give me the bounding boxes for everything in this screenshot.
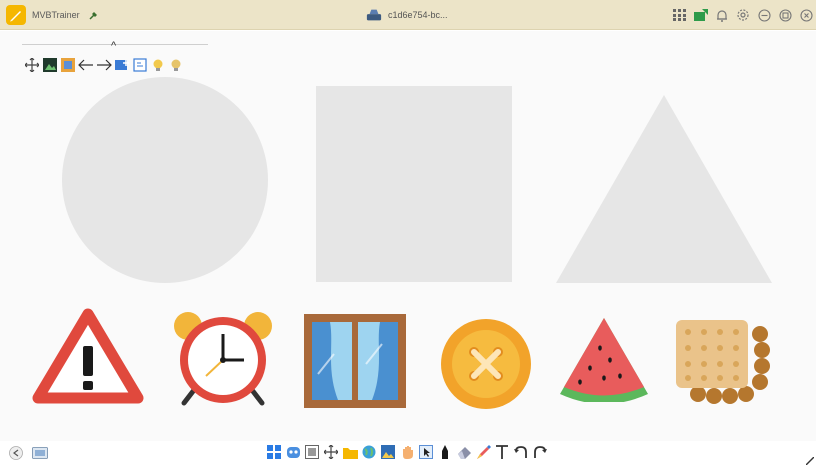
- button-icon[interactable]: [440, 318, 532, 410]
- circle-placeholder[interactable]: [62, 77, 268, 283]
- alarm-clock-icon[interactable]: [170, 306, 276, 408]
- bottom-toolbar: [0, 441, 816, 466]
- frame-icon[interactable]: [132, 57, 148, 73]
- title-bar-controls: [672, 6, 814, 24]
- move-icon[interactable]: [24, 57, 40, 73]
- resize-corner-icon[interactable]: [805, 452, 815, 466]
- title-bar-left: MVBTrainer: [6, 5, 102, 25]
- image-icon[interactable]: [42, 57, 58, 73]
- warning-sign-icon[interactable]: [32, 308, 144, 406]
- collapse-chevron-icon[interactable]: ^: [111, 41, 116, 52]
- pin-icon[interactable]: [86, 7, 102, 23]
- bottom-tool-strip: [266, 444, 548, 460]
- floating-toolbar-buttons: [24, 57, 184, 73]
- bulb-off-icon[interactable]: [168, 57, 184, 73]
- back-icon[interactable]: [8, 445, 24, 461]
- bottom-left-controls: [8, 445, 48, 461]
- folder-icon[interactable]: [342, 444, 358, 460]
- undo-icon[interactable]: [513, 444, 529, 460]
- grid-menu-icon[interactable]: [672, 7, 688, 23]
- square-placeholder[interactable]: [316, 86, 512, 282]
- color-pen-icon[interactable]: [475, 444, 491, 460]
- arrow-left-icon[interactable]: [78, 57, 94, 73]
- move-icon[interactable]: [323, 444, 339, 460]
- pen-icon[interactable]: [437, 444, 453, 460]
- floating-toolbar: ^: [22, 41, 208, 76]
- close-icon[interactable]: [798, 7, 814, 23]
- title-bar-document[interactable]: c1d6e754-bc...: [366, 7, 448, 23]
- redo-icon[interactable]: [532, 444, 548, 460]
- bulb-on-icon[interactable]: [150, 57, 166, 73]
- app-name: MVBTrainer: [32, 10, 80, 20]
- triangle-placeholder[interactable]: [556, 95, 772, 283]
- restore-icon[interactable]: [777, 7, 793, 23]
- insert-icon[interactable]: [114, 57, 130, 73]
- window-icon[interactable]: [304, 314, 406, 408]
- minimize-icon[interactable]: [756, 7, 772, 23]
- title-bar: MVBTrainer c1d6e754-bc...: [0, 0, 816, 30]
- bell-icon[interactable]: [714, 7, 730, 23]
- hand-icon[interactable]: [399, 444, 415, 460]
- watermelon-slice-icon[interactable]: [560, 318, 648, 404]
- grid-icon[interactable]: [266, 444, 282, 460]
- gear-icon[interactable]: [735, 7, 751, 23]
- document-name: c1d6e754-bc...: [388, 10, 448, 20]
- slides-icon[interactable]: [32, 445, 48, 461]
- app-logo-icon[interactable]: [6, 5, 26, 25]
- globe-icon[interactable]: [361, 444, 377, 460]
- pointer-icon[interactable]: [418, 444, 434, 460]
- arrow-right-icon[interactable]: [96, 57, 112, 73]
- export-icon[interactable]: [693, 7, 709, 23]
- layers-icon[interactable]: [60, 57, 76, 73]
- biscuit-icon[interactable]: [674, 318, 770, 404]
- eraser-icon[interactable]: [456, 444, 472, 460]
- photo-icon[interactable]: [380, 444, 396, 460]
- media-icon[interactable]: [304, 444, 320, 460]
- cloud-drive-icon: [366, 7, 382, 23]
- robot-icon[interactable]: [285, 444, 301, 460]
- text-icon[interactable]: [494, 444, 510, 460]
